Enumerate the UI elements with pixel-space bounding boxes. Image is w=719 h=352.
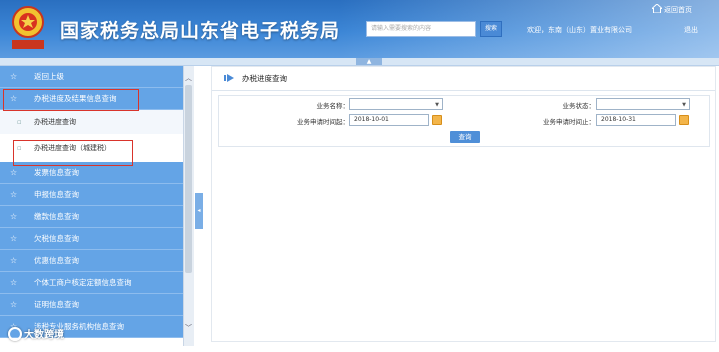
sidebar-item-label: 优惠信息查询 [34, 256, 79, 265]
star-icon: ☆ [10, 212, 18, 221]
sidebar-item-certificate-query[interactable]: ☆ 证明信息查询 [0, 294, 194, 316]
star-icon: ☆ [10, 72, 18, 81]
sidebar-item-arrears-query[interactable]: ☆ 欠税信息查询 [0, 228, 194, 250]
watermark-text: 大数跨境 [24, 330, 64, 341]
star-icon: ☆ [10, 190, 18, 199]
business-status-label: 业务状态： [562, 102, 596, 110]
search-button[interactable]: 搜索 [480, 21, 502, 37]
home-link-label: 返回首页 [664, 6, 692, 14]
star-icon: ☆ [10, 300, 18, 309]
watermark: 大数跨境 [8, 326, 64, 341]
star-icon: ☆ [10, 278, 18, 287]
chevron-down-icon: ▼ [682, 102, 686, 108]
highlight-box-urban-tax-query [13, 140, 133, 166]
sidebar-collapse-toggle[interactable]: ◂ [195, 193, 203, 229]
page-title: 办税进度查询 [242, 74, 287, 83]
calendar-icon[interactable] [432, 115, 442, 125]
home-icon [652, 4, 662, 13]
chevron-down-icon: ▼ [435, 102, 439, 108]
query-button[interactable]: 查询 [450, 131, 480, 143]
site-title: 国家税务总局山东省电子税务局 [60, 20, 341, 42]
star-icon: ☆ [10, 234, 18, 243]
highlight-box-progress-group [3, 89, 139, 111]
bullet-icon: ▫ [17, 118, 22, 126]
sidebar-item-payment-query[interactable]: ☆ 缴款信息查询 [0, 206, 194, 228]
main-panel: 办税进度查询 业务名称： ▼ 业务状态： ▼ 业务申请时间起： 2018-10-… [211, 66, 716, 342]
panel-header: 办税进度查询 [212, 67, 715, 91]
logout-link[interactable]: 退出 [684, 25, 698, 35]
home-link[interactable]: 返回首页 [652, 4, 692, 15]
business-name-select[interactable]: ▼ [349, 98, 443, 110]
search-input[interactable]: 请输入需要搜索的内容 [366, 21, 476, 37]
apply-start-label: 业务申请时间起： [297, 118, 349, 126]
tax-emblem-logo [12, 6, 44, 49]
apply-end-date-input[interactable]: 2018-10-31 [596, 114, 676, 126]
sidebar-item-declaration-query[interactable]: ☆ 申报信息查询 [0, 184, 194, 206]
sidebar-item-preferential-query[interactable]: ☆ 优惠信息查询 [0, 250, 194, 272]
business-status-select[interactable]: ▼ [596, 98, 690, 110]
scroll-up-icon[interactable]: ︿ [184, 74, 193, 83]
apply-start-date-input[interactable]: 2018-10-01 [349, 114, 429, 126]
star-icon: ☆ [10, 256, 18, 265]
sidebar-item-individual-business-quota-query[interactable]: ☆ 个体工商户核定定额信息查询 [0, 272, 194, 294]
sidebar-item-label: 欠税信息查询 [34, 234, 79, 243]
apply-end-label: 业务申请时间止： [543, 118, 595, 126]
scroll-down-icon[interactable]: ﹀ [184, 324, 193, 333]
sidebar-item-label: 申报信息查询 [34, 190, 79, 199]
sidebar-item-label: 发票信息查询 [34, 168, 79, 177]
header-collapse-bar: ▲ [0, 58, 719, 66]
arrow-right-icon [224, 74, 234, 82]
sidebar-scrollbar-thumb[interactable] [185, 85, 192, 273]
sidebar-item-label: 返回上级 [34, 72, 64, 81]
collapse-header-toggle[interactable]: ▲ [356, 58, 382, 65]
business-name-label: 业务名称： [316, 102, 350, 110]
sidebar-item-label: 办税进度查询 [34, 118, 76, 126]
sidebar-item-label: 缴款信息查询 [34, 212, 79, 221]
sidebar-item-label: 证明信息查询 [34, 300, 79, 309]
sidebar-subitem-progress-query[interactable]: ▫ 办税进度查询 [0, 110, 194, 134]
header-banner: 国家税务总局山东省电子税务局 请输入需要搜索的内容 搜索 返回首页 欢迎，东南（… [0, 0, 719, 58]
sidebar-item-label: 个体工商户核定定额信息查询 [34, 278, 132, 287]
welcome-text: 欢迎，东南（山东）置业有限公司 [527, 26, 632, 34]
sidebar-item-back[interactable]: ☆ 返回上级 [0, 66, 194, 88]
watermark-logo-icon [8, 327, 22, 341]
calendar-icon[interactable] [679, 115, 689, 125]
